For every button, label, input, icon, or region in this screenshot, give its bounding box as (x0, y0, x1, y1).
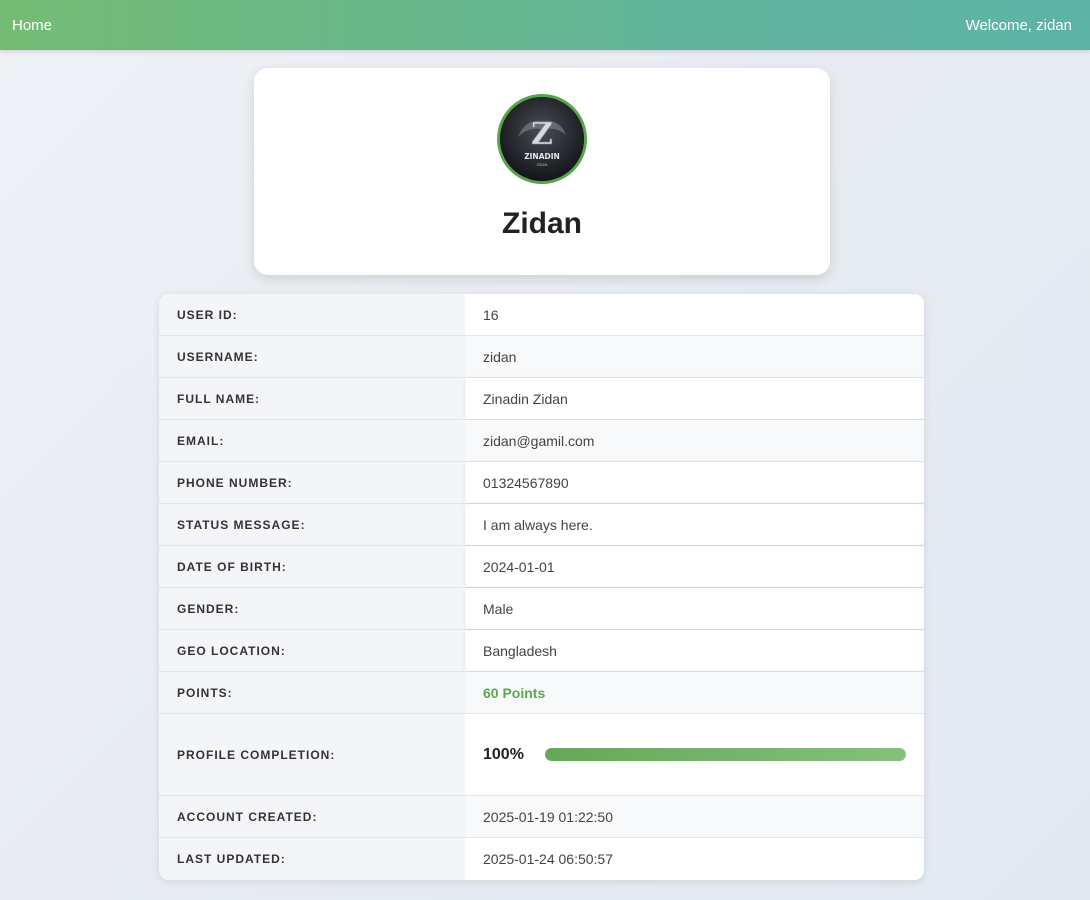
profile-card: Z ZINADIN ZIDAN Zidan (254, 68, 830, 275)
row-email: EMAIL: zidan@gamil.com (159, 420, 924, 462)
completion-progress-bar (545, 748, 906, 761)
row-label: POINTS: (159, 672, 465, 713)
profile-name: Zidan (502, 207, 582, 240)
row-label: PROFILE COMPLETION: (159, 714, 465, 795)
profile-details-table: USER ID: 16 USERNAME: zidan FULL NAME: Z… (159, 294, 924, 880)
avatar: Z ZINADIN ZIDAN (497, 94, 587, 184)
welcome-text: Welcome, zidan (965, 16, 1072, 34)
svg-text:Z: Z (531, 117, 553, 152)
row-label: EMAIL: (159, 420, 465, 461)
row-geo-location: GEO LOCATION: Bangladesh (159, 630, 924, 672)
row-value: Zinadin Zidan (465, 378, 924, 419)
row-date-of-birth: DATE OF BIRTH: 2024-01-01 (159, 546, 924, 588)
row-account-created: ACCOUNT CREATED: 2025-01-19 01:22:50 (159, 796, 924, 838)
row-label: USERNAME: (159, 336, 465, 377)
row-label: DATE OF BIRTH: (159, 546, 465, 587)
row-value: Bangladesh (465, 630, 924, 671)
row-value: 2025-01-24 06:50:57 (465, 838, 924, 880)
row-value: zidan@gamil.com (465, 420, 924, 461)
row-status-message: STATUS MESSAGE: I am always here. (159, 504, 924, 546)
row-value: 100% (465, 714, 924, 795)
row-label: GENDER: (159, 588, 465, 629)
row-value: 01324567890 (465, 462, 924, 503)
points-value: 60 Points (483, 684, 546, 701)
row-value: 2025-01-19 01:22:50 (465, 796, 924, 837)
row-label: LAST UPDATED: (159, 838, 465, 880)
row-last-updated: LAST UPDATED: 2025-01-24 06:50:57 (159, 838, 924, 880)
row-value: I am always here. (465, 504, 924, 545)
row-value: zidan (465, 336, 924, 377)
row-gender: GENDER: Male (159, 588, 924, 630)
svg-text:ZIDAN: ZIDAN (536, 163, 547, 167)
row-label: FULL NAME: (159, 378, 465, 419)
row-points: POINTS: 60 Points (159, 672, 924, 714)
row-label: GEO LOCATION: (159, 630, 465, 671)
row-value: Male (465, 588, 924, 629)
svg-text:ZINADIN: ZINADIN (524, 152, 560, 161)
row-value: 2024-01-01 (465, 546, 924, 587)
row-value: 16 (465, 294, 924, 335)
row-label: PHONE NUMBER: (159, 462, 465, 503)
row-phone-number: PHONE NUMBER: 01324567890 (159, 462, 924, 504)
row-label: STATUS MESSAGE: (159, 504, 465, 545)
avatar-logo-image: Z ZINADIN ZIDAN (500, 97, 584, 181)
row-profile-completion: PROFILE COMPLETION: 100% (159, 714, 924, 796)
row-user-id: USER ID: 16 (159, 294, 924, 336)
home-link[interactable]: Home (12, 17, 52, 34)
row-label: USER ID: (159, 294, 465, 335)
row-username: USERNAME: zidan (159, 336, 924, 378)
top-navbar: Home Welcome, zidan (0, 0, 1090, 50)
row-label: ACCOUNT CREATED: (159, 796, 465, 837)
row-value: 60 Points (465, 672, 924, 713)
completion-percent: 100% (483, 745, 524, 763)
row-full-name: FULL NAME: Zinadin Zidan (159, 378, 924, 420)
completion-progress-fill (545, 748, 906, 761)
